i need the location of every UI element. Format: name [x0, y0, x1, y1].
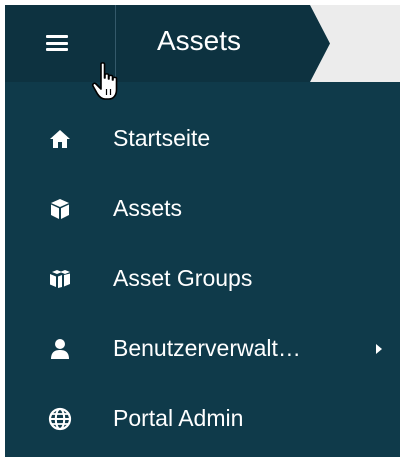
- home-icon: [50, 130, 70, 148]
- cubes-icon: [50, 270, 70, 288]
- sidebar-item-assets[interactable]: Assets: [5, 175, 400, 245]
- sidebar-item-label: Startseite: [113, 125, 211, 151]
- header-breadcrumb-tail: [310, 5, 400, 82]
- app-frame: Assets Startseite Assets Asset Groups Be…: [5, 5, 400, 457]
- sidebar-item-label: Assets: [113, 195, 183, 221]
- hamburger-menu-icon[interactable]: [46, 35, 68, 51]
- chevron-right-icon: [376, 344, 382, 354]
- sidebar-item-startseite[interactable]: Startseite: [5, 105, 400, 175]
- page-title: Assets: [157, 25, 242, 56]
- sidebar-item-portal-admin[interactable]: Portal Admin: [5, 385, 400, 455]
- sidebar-item-label: Asset Groups: [113, 265, 253, 291]
- user-icon: [51, 339, 69, 359]
- sidebar-item-asset-groups[interactable]: Asset Groups: [5, 245, 400, 315]
- cube-icon: [51, 199, 69, 219]
- sidebar-item-label: Portal Admin: [113, 405, 244, 431]
- header-divider: [115, 5, 116, 82]
- sidebar-item-label: Benutzerverwalt…: [113, 335, 301, 361]
- sidebar-item-benutzerverwaltung[interactable]: Benutzerverwalt…: [5, 315, 400, 385]
- globe-icon: [48, 407, 72, 431]
- top-bar: Assets: [5, 5, 400, 82]
